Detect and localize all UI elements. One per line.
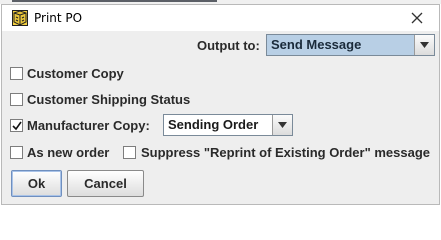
customer-copy-label: Customer Copy <box>27 66 124 81</box>
chevron-down-icon[interactable] <box>414 35 434 55</box>
manufacturer-copy-label: Manufacturer Copy: <box>27 118 150 133</box>
as-new-order-label: As new order <box>27 145 110 160</box>
customer-shipping-status-label: Customer Shipping Status <box>27 92 191 107</box>
manufacturer-copy-checkbox[interactable] <box>10 119 23 132</box>
suppress-reprint-label: Suppress "Reprint of Existing Order" mes… <box>141 145 431 160</box>
customer-shipping-status-checkbox[interactable] <box>10 93 23 106</box>
close-icon[interactable] <box>408 9 426 27</box>
cube-icon <box>12 10 28 26</box>
as-new-order-checkbox[interactable] <box>10 146 23 159</box>
title-bar: Print PO <box>2 5 439 31</box>
manufacturer-copy-dropdown[interactable]: Sending Order <box>163 114 293 136</box>
output-to-dropdown[interactable]: Send Message <box>266 34 435 56</box>
output-to-value: Send Message <box>267 35 414 55</box>
background-window-bar <box>12 0 217 2</box>
checkmark-icon <box>12 121 22 131</box>
ok-button[interactable]: Ok <box>11 170 62 197</box>
manufacturer-copy-value: Sending Order <box>168 117 259 132</box>
suppress-reprint-checkbox[interactable] <box>123 146 136 159</box>
customer-copy-checkbox[interactable] <box>10 67 23 80</box>
chevron-down-icon[interactable] <box>272 115 292 135</box>
output-to-label: Output to: <box>197 38 260 53</box>
dialog-title: Print PO <box>34 11 83 25</box>
print-po-dialog: Print PO Output to: Send Message Custome… <box>1 4 440 205</box>
cancel-button[interactable]: Cancel <box>67 170 144 197</box>
